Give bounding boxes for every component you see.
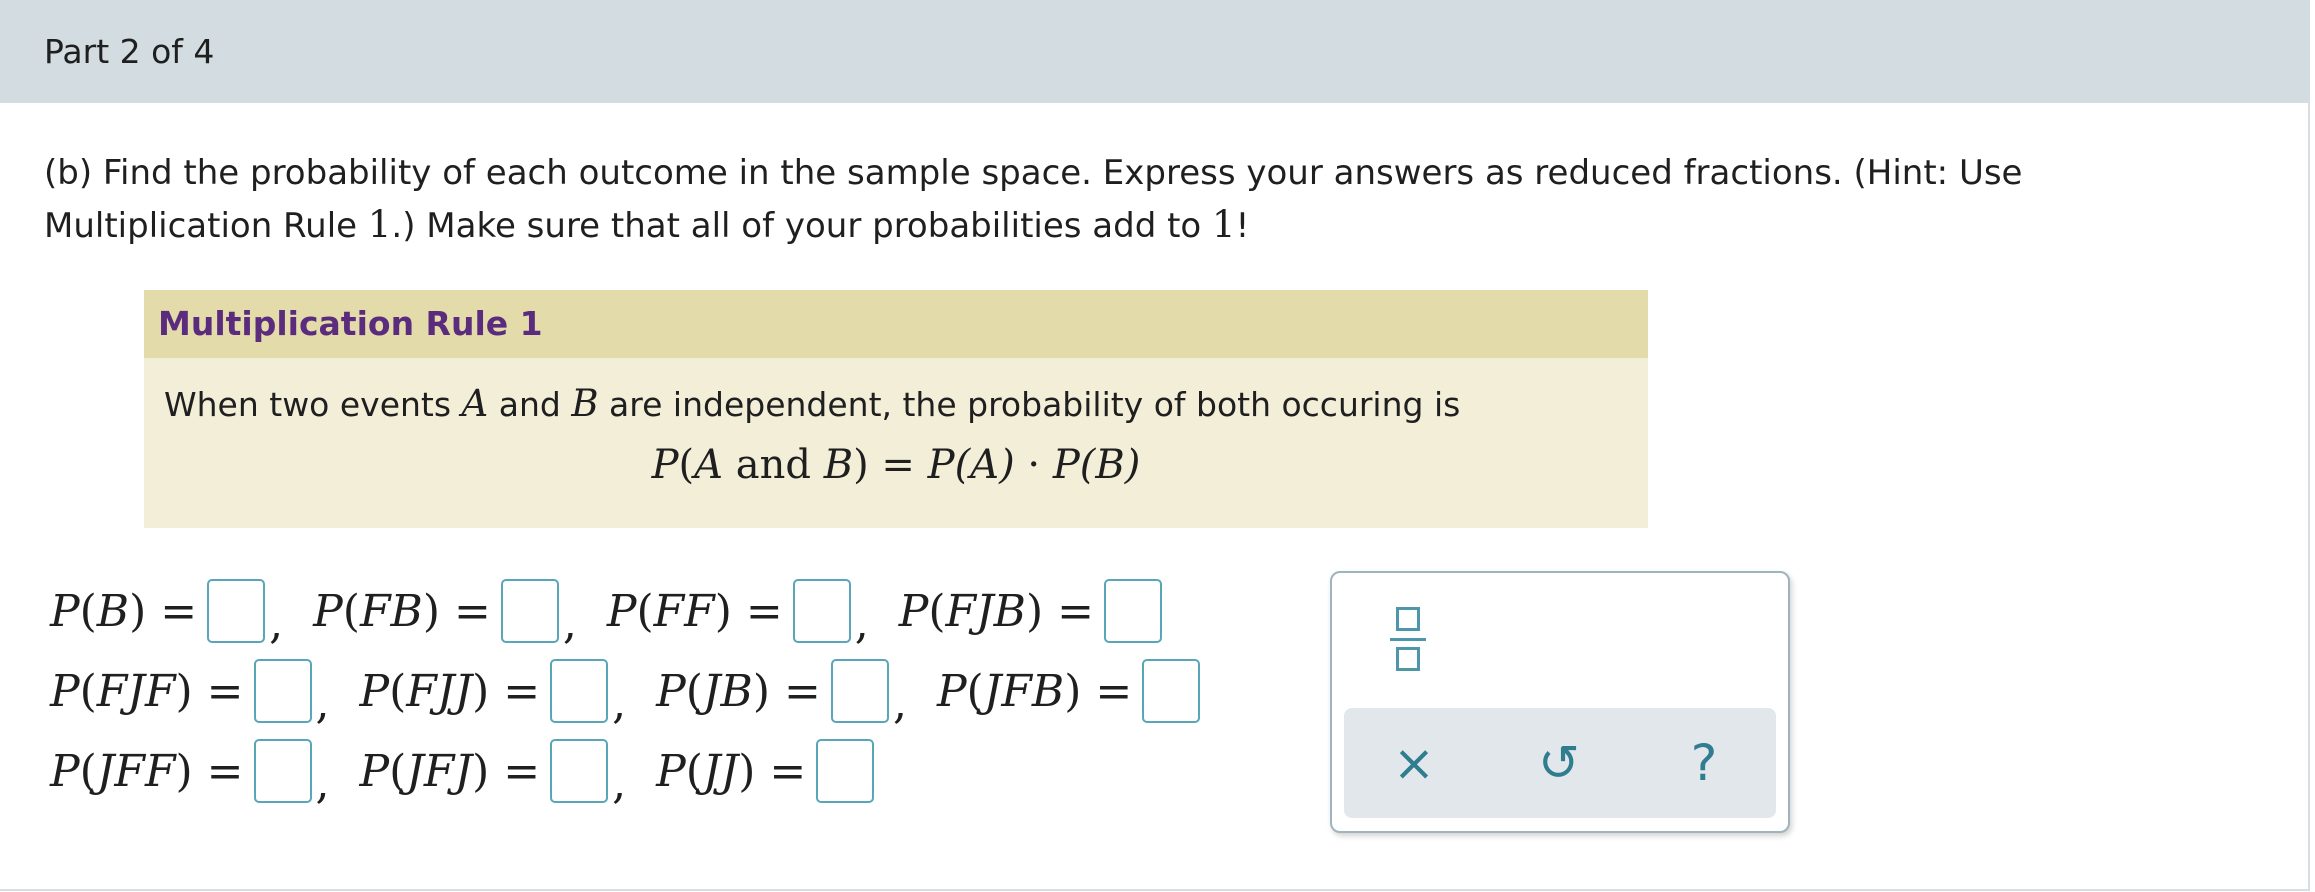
numerator-box-icon: [1396, 607, 1420, 631]
prob-label: P(JFB) =: [936, 665, 1133, 717]
math-tool-palette: × ↺ ?: [1330, 571, 1790, 833]
multiplication-rule-box: Multiplication Rule 1 When two events A …: [144, 290, 1648, 528]
comma: ,: [612, 757, 627, 809]
answer-input-p-fjf[interactable]: [253, 659, 312, 723]
comma: ,: [269, 597, 284, 649]
help-button[interactable]: ?: [1669, 728, 1739, 798]
prob-label: P(FB) =: [313, 585, 491, 637]
formula-eq: ) =: [853, 442, 928, 488]
formula-p3: P: [1052, 442, 1080, 488]
part-label: Part 2 of 4: [44, 32, 215, 71]
tool-button-bar: × ↺ ?: [1344, 708, 1776, 818]
comma: ,: [315, 757, 330, 809]
math-one-a: 1: [367, 203, 392, 246]
formula-pa: (A): [954, 442, 1015, 488]
fraction-button[interactable]: [1387, 603, 1431, 677]
formula-p2: P: [927, 442, 955, 488]
comma: ,: [854, 597, 869, 649]
clear-button[interactable]: ×: [1379, 728, 1449, 798]
comma: ,: [612, 677, 627, 729]
rule-var-a: A: [461, 382, 489, 425]
answer-row-1: P(B) = , P(FB) = , P(FF) = , P(FJB) =: [50, 576, 1166, 649]
undo-button[interactable]: ↺: [1524, 728, 1594, 798]
part-header: Part 2 of 4: [0, 0, 2310, 103]
formula-p1: P: [651, 442, 679, 488]
answer-input-p-fjb[interactable]: [1104, 579, 1163, 643]
prob-label: P(JB) =: [656, 665, 821, 717]
answer-row-3: P(JFF) = , P(JFJ) = , P(JJ) =: [50, 736, 878, 809]
answer-input-p-jj[interactable]: [816, 739, 875, 803]
prob-label: P(FJB) =: [898, 585, 1095, 637]
answer-input-p-b[interactable]: [207, 579, 266, 643]
question-text-2: .) Make sure that all of your probabilit…: [391, 206, 1213, 246]
prob-label: P(JJ) =: [656, 745, 807, 797]
close-icon: ×: [1393, 734, 1435, 792]
denominator-box-icon: [1396, 647, 1420, 671]
answer-input-p-jff[interactable]: [253, 739, 312, 803]
undo-icon: ↺: [1538, 734, 1580, 792]
comma: ,: [562, 597, 577, 649]
formula-a: A: [694, 442, 724, 488]
prob-label: P(FJJ) =: [359, 665, 541, 717]
rule-text-2: and: [488, 385, 572, 424]
prob-label: P(FJF) =: [50, 665, 244, 717]
answer-input-p-jb[interactable]: [830, 659, 889, 723]
formula-b: B: [823, 442, 854, 488]
question-text: (b) Find the probability of each outcome…: [44, 147, 2244, 252]
help-icon: ?: [1690, 734, 1718, 792]
answer-input-p-fb[interactable]: [500, 579, 559, 643]
rule-var-b: B: [571, 382, 599, 425]
comma: ,: [315, 677, 330, 729]
prob-label: P(JFF) =: [50, 745, 244, 797]
question-text-3: !: [1235, 206, 1250, 246]
prob-label: P(JFJ) =: [359, 745, 541, 797]
answer-input-p-jfb[interactable]: [1142, 659, 1201, 723]
answer-input-p-ff[interactable]: [792, 579, 851, 643]
formula-open: (: [678, 442, 695, 488]
answer-input-p-jfj[interactable]: [550, 739, 609, 803]
formula-and: and: [723, 442, 824, 488]
formula-pb: (B): [1079, 442, 1141, 488]
fraction-bar-icon: [1390, 638, 1426, 641]
rule-text: When two events A and B are independent,…: [164, 382, 1460, 425]
prob-label: P(FF) =: [606, 585, 783, 637]
formula-dot: ·: [1014, 442, 1053, 488]
prob-label: P(B) =: [50, 585, 198, 637]
rule-title: Multiplication Rule 1: [144, 290, 1648, 358]
answer-row-2: P(FJF) = , P(FJJ) = , P(JB) = , P(JFB) =: [50, 656, 1204, 729]
rule-text-1: When two events: [164, 385, 462, 424]
math-one-b: 1: [1212, 203, 1236, 246]
rule-formula: P(A and B) = P(A) · P(B): [144, 442, 1648, 488]
comma: ,: [892, 677, 907, 729]
answer-input-p-fjj[interactable]: [550, 659, 609, 723]
rule-text-3: are independent, the probability of both…: [598, 385, 1461, 424]
